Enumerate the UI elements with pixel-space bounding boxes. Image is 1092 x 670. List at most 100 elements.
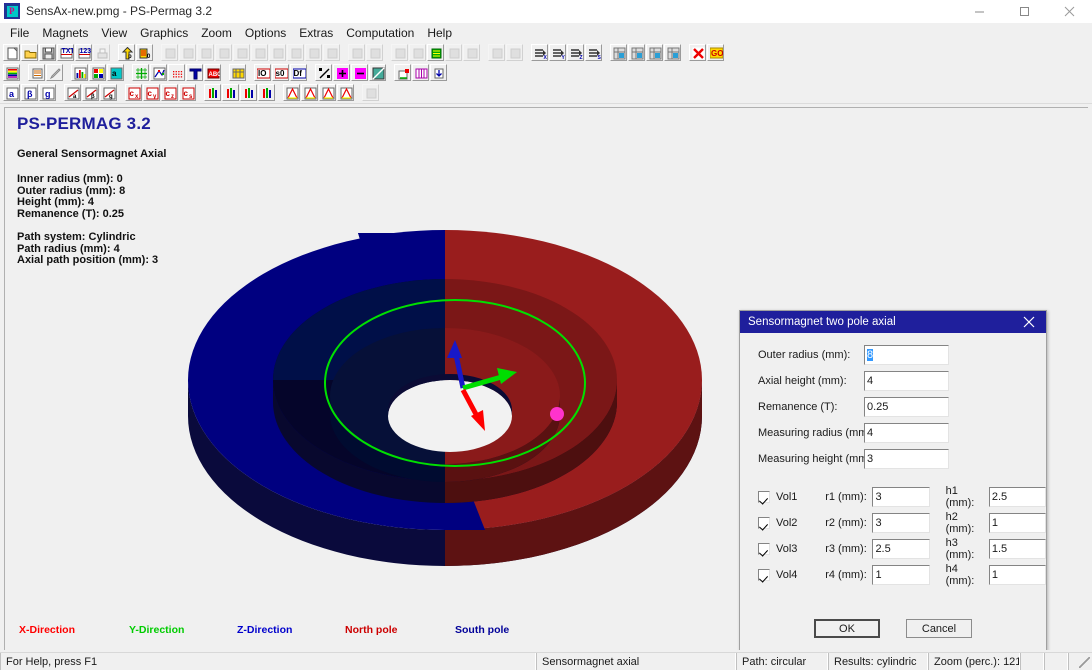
field-a-icon[interactable]: a <box>3 84 20 101</box>
svg-text:123: 123 <box>80 48 92 55</box>
svg-text:c: c <box>148 89 153 98</box>
print-data-report-icon[interactable]: 123 <box>75 44 92 61</box>
checkbox-vol2[interactable] <box>758 517 770 529</box>
dialog-buttons: OK Cancel <box>740 619 1046 638</box>
plot-3d-a-icon[interactable] <box>283 84 300 101</box>
input-r1[interactable]: 3 <box>872 487 929 507</box>
menu-item-help[interactable]: Help <box>421 24 459 42</box>
input-r3[interactable]: 2.5 <box>872 539 929 559</box>
path-s-icon[interactable]: S <box>585 44 602 61</box>
input-h1[interactable]: 2.5 <box>989 487 1046 507</box>
comp-z-icon[interactable]: cz <box>161 84 178 101</box>
menu-item-extras[interactable]: Extras <box>293 24 340 42</box>
grad-b-icon[interactable]: β <box>82 84 99 101</box>
bar-z-icon[interactable] <box>240 84 257 101</box>
text-tool-icon[interactable] <box>186 64 203 81</box>
print-text-report-icon[interactable]: TXT <box>57 44 74 61</box>
magnet-up-icon[interactable]: p <box>118 44 135 61</box>
dots-plot-icon[interactable] <box>168 64 185 81</box>
dialog-close-icon[interactable] <box>1012 311 1046 333</box>
grid-c-icon[interactable] <box>646 44 663 61</box>
bar-f-icon[interactable] <box>204 84 221 101</box>
line-style-icon[interactable] <box>46 64 63 81</box>
remove-item-icon[interactable] <box>351 64 368 81</box>
checkbox-vol1[interactable] <box>758 491 770 503</box>
grid-d-icon[interactable] <box>664 44 681 61</box>
chart-palette-icon[interactable] <box>89 64 106 81</box>
field-b-icon[interactable]: β <box>21 84 38 101</box>
menu-item-options[interactable]: Options <box>239 24 293 42</box>
comp-s-icon[interactable]: cs <box>179 84 196 101</box>
columns-view-icon[interactable] <box>412 64 429 81</box>
s0-field-icon[interactable]: s0 <box>272 64 289 81</box>
input-measuring-height[interactable]: 3 <box>864 449 949 469</box>
new-file-icon[interactable] <box>3 44 20 61</box>
menu-item-computation[interactable]: Computation <box>340 24 421 42</box>
plot-3d-d-icon[interactable] <box>337 84 354 101</box>
svg-text:β: β <box>27 89 33 99</box>
grid-a-icon[interactable] <box>610 44 627 61</box>
grad-g-icon[interactable]: g <box>100 84 117 101</box>
maximize-icon[interactable] <box>1002 0 1047 23</box>
stop-computation-icon[interactable] <box>689 44 706 61</box>
grad-a-icon[interactable]: a <box>64 84 81 101</box>
comp-x-icon[interactable]: cx <box>125 84 142 101</box>
status-results: Results: cylindric <box>828 653 928 670</box>
input-r2[interactable]: 3 <box>872 513 929 533</box>
menu-item-graphics[interactable]: Graphics <box>134 24 195 42</box>
gradient-tool-icon[interactable] <box>369 64 386 81</box>
checkbox-vol4[interactable] <box>758 569 770 581</box>
chart-bars-icon[interactable] <box>71 64 88 81</box>
input-outer-radius[interactable]: 8 <box>864 345 949 365</box>
comp-y-icon[interactable]: cy <box>143 84 160 101</box>
magnet-list-icon[interactable]: 0 <box>136 44 153 61</box>
save-file-icon[interactable] <box>39 44 56 61</box>
input-remanence[interactable]: 0.25 <box>864 397 949 417</box>
input-measuring-radius[interactable]: 4 <box>864 423 949 443</box>
scatter-plot-icon[interactable] <box>150 64 167 81</box>
resize-grip-icon[interactable] <box>1068 653 1092 670</box>
input-h3[interactable]: 1.5 <box>989 539 1046 559</box>
grid-b-icon[interactable] <box>628 44 645 61</box>
bar-y-icon[interactable] <box>222 84 239 101</box>
menu-item-magnets[interactable]: Magnets <box>36 24 95 42</box>
checkbox-vol3[interactable] <box>758 543 770 555</box>
plot-3d-b-icon[interactable] <box>301 84 318 101</box>
sensor-active-icon[interactable] <box>427 44 444 61</box>
table-view-icon[interactable] <box>229 64 246 81</box>
export-chart-icon[interactable] <box>394 64 411 81</box>
path-x-icon[interactable]: X <box>531 44 548 61</box>
add-item-icon[interactable] <box>333 64 350 81</box>
plot-3d-c-icon[interactable] <box>319 84 336 101</box>
close-icon[interactable] <box>1047 0 1092 23</box>
import-chart-icon[interactable] <box>430 64 447 81</box>
go-computation-icon[interactable]: GO <box>707 44 724 61</box>
input-h2[interactable]: 1 <box>989 513 1046 533</box>
menu-item-view[interactable]: View <box>95 24 134 42</box>
abc-color-icon[interactable]: ABC <box>204 64 221 81</box>
field-g-icon[interactable]: g <box>39 84 56 101</box>
grid-show-icon[interactable] <box>132 64 149 81</box>
io-field-icon[interactable]: IO <box>254 64 271 81</box>
menu-item-file[interactable]: File <box>4 24 36 42</box>
input-r4[interactable]: 1 <box>872 565 929 585</box>
drawing-canvas[interactable]: PS-PERMAG 3.2 General Sensormagnet Axial… <box>4 107 1088 650</box>
percent-tool-icon[interactable] <box>315 64 332 81</box>
path-z-icon[interactable]: Z <box>567 44 584 61</box>
df-field-icon[interactable]: Df <box>290 64 307 81</box>
minimize-icon[interactable] <box>957 0 1002 23</box>
legend-toggle-icon[interactable] <box>28 64 45 81</box>
status-help: For Help, press F1 <box>0 653 536 670</box>
path-y-icon[interactable]: Y <box>549 44 566 61</box>
toolbar-row-2: a ABC IOs0Df <box>0 63 1092 82</box>
cancel-button[interactable]: Cancel <box>906 619 972 638</box>
input-axial-height[interactable]: 4 <box>864 371 949 391</box>
input-h4[interactable]: 1 <box>989 565 1046 585</box>
magnet-svg <box>175 158 715 598</box>
bar-s-icon[interactable] <box>258 84 275 101</box>
ok-button[interactable]: OK <box>814 619 880 638</box>
menu-item-zoom[interactable]: Zoom <box>195 24 239 42</box>
open-file-icon[interactable] <box>21 44 38 61</box>
chart-label-icon[interactable]: a <box>107 64 124 81</box>
color-bar-icon[interactable] <box>3 64 20 81</box>
